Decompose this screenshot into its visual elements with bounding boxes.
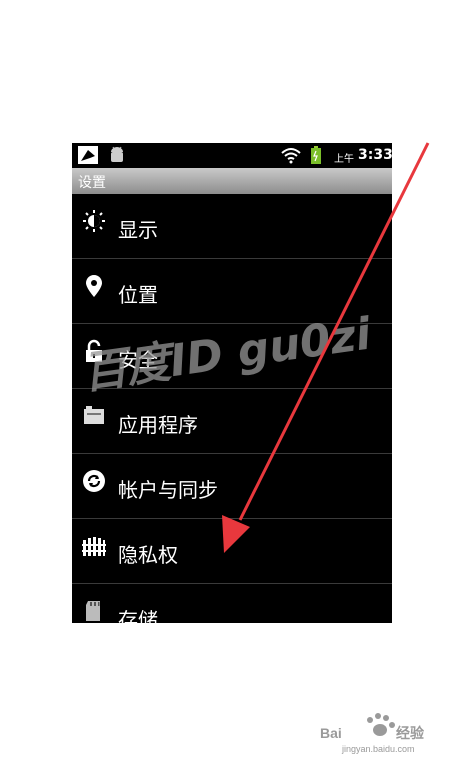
- settings-item-label: 位置: [118, 283, 158, 307]
- settings-item-label: 存储: [118, 608, 158, 623]
- settings-item-privacy[interactable]: 隐私权: [72, 519, 392, 584]
- clock: 3:33: [358, 147, 392, 163]
- svg-text:Bai: Bai: [320, 725, 342, 741]
- page-title: 设置: [78, 175, 106, 191]
- settings-item-location[interactable]: 位置: [72, 259, 392, 324]
- settings-item-accounts-sync[interactable]: 帐户与同步: [72, 454, 392, 519]
- baidu-jingyan-logo: Bai 经验 jingyan.baidu.com: [320, 713, 425, 754]
- location-pin-icon: [86, 275, 102, 297]
- status-bar: 上午 3:33: [72, 143, 392, 168]
- settings-item-label: 安全: [118, 348, 158, 372]
- settings-item-security[interactable]: 安全: [72, 324, 392, 389]
- settings-item-label: 应用程序: [118, 413, 198, 437]
- battery-icon: [311, 146, 321, 164]
- privacy-icon: [82, 537, 106, 556]
- settings-item-label: 显示: [118, 218, 158, 242]
- settings-item-display[interactable]: 显示: [72, 194, 392, 259]
- apps-icon: [84, 406, 104, 424]
- lock-icon: [86, 339, 102, 362]
- settings-item-storage[interactable]: 存储: [72, 584, 392, 623]
- settings-item-label: 帐户与同步: [118, 478, 218, 502]
- phone-screen: 上午 3:33 设置 显示 位置 安全 应用程序 帐户与同步 隐私权 存储: [72, 143, 392, 623]
- settings-list: 显示 位置 安全 应用程序 帐户与同步 隐私权 存储: [72, 194, 392, 623]
- sd-card-icon: [86, 601, 100, 621]
- svg-text:经验: 经验: [396, 725, 425, 742]
- wifi-icon: [281, 148, 301, 164]
- android-icon: [111, 146, 123, 162]
- brightness-icon: [83, 210, 105, 232]
- notification-icon: [78, 146, 98, 164]
- sync-icon: [83, 470, 105, 492]
- settings-item-applications[interactable]: 应用程序: [72, 389, 392, 454]
- settings-item-label: 隐私权: [118, 543, 178, 567]
- am-pm-label: 上午: [334, 154, 354, 165]
- svg-text:jingyan.baidu.com: jingyan.baidu.com: [341, 744, 415, 754]
- title-bar: 设置: [72, 168, 392, 194]
